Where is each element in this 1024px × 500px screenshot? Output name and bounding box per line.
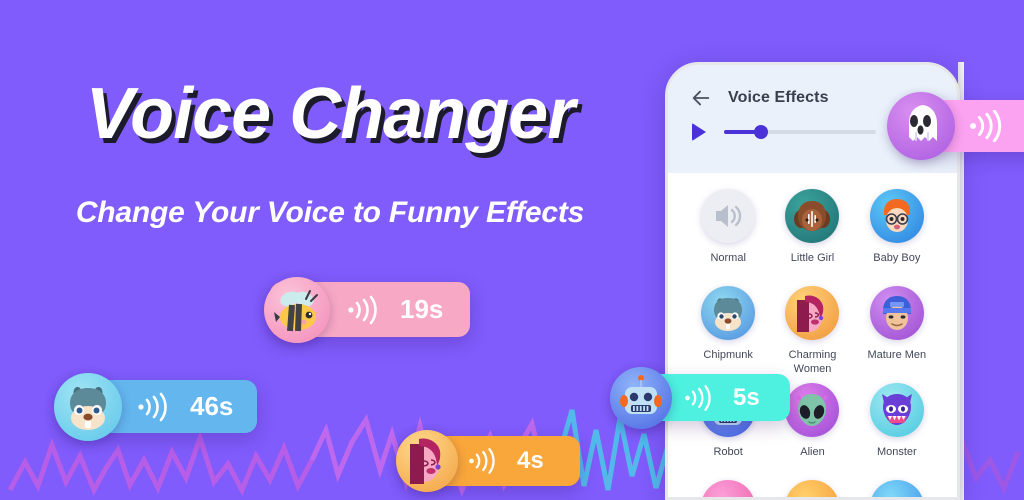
sound-wave-icon xyxy=(685,384,711,411)
voice-clip-badge-robot[interactable]: 5s xyxy=(610,366,790,429)
effect-item-chipmunk[interactable]: Chipmunk xyxy=(686,286,770,377)
clip-duration: 5s xyxy=(733,383,760,411)
voice-clip-badge-chipmunk[interactable]: 46s xyxy=(54,372,257,441)
voice-effects-grid: Normal Little Girl Baby Boy Chipmunk Cha… xyxy=(668,173,957,497)
voice-clip-badge-women[interactable]: 4s xyxy=(396,430,580,492)
clip-duration: 4s xyxy=(517,447,544,474)
effect-label: Little Girl xyxy=(790,252,835,264)
girl-avatar xyxy=(785,189,840,243)
sound-wave-icon xyxy=(138,392,167,421)
page-title: Voice Changer xyxy=(85,74,575,154)
voice-clip-badge-bee[interactable]: 19s xyxy=(264,276,470,343)
effect-item-row4-2[interactable] xyxy=(770,480,854,497)
ghost-avatar xyxy=(887,92,955,160)
clip-duration: 19s xyxy=(400,294,444,324)
back-arrow-icon[interactable] xyxy=(690,87,712,109)
effect-label: Alien xyxy=(800,446,825,458)
effect-label: Robot xyxy=(713,446,743,458)
effect-item-mature-men[interactable]: Mature Men xyxy=(855,286,939,377)
orange-avatar xyxy=(785,480,840,497)
effect-item-charming-women[interactable]: Charming Women xyxy=(770,286,854,377)
effect-label: Mature Men xyxy=(867,349,927,361)
robot-avatar xyxy=(610,366,672,429)
effect-item-normal[interactable]: Normal xyxy=(686,189,770,280)
play-icon[interactable] xyxy=(692,123,706,141)
bee-avatar xyxy=(264,276,330,343)
sound-wave-icon xyxy=(469,448,495,474)
clip-duration: 46s xyxy=(190,391,234,421)
progress-slider[interactable] xyxy=(724,125,876,139)
voice-clip-badge-ghost[interactable] xyxy=(887,92,1024,160)
speaker-icon xyxy=(701,189,756,243)
effect-item-row4-3[interactable] xyxy=(855,480,939,497)
sound-wave-icon xyxy=(348,295,377,324)
pink-avatar xyxy=(701,480,756,497)
chipmunk-avatar xyxy=(54,372,122,441)
page-subtitle: Change Your Voice to Funny Effects xyxy=(75,196,585,229)
effect-label: Monster xyxy=(876,446,917,458)
screen-title: Voice Effects xyxy=(728,89,829,106)
blue-avatar xyxy=(869,480,924,497)
effect-label: Normal xyxy=(710,252,746,264)
effect-item-baby-boy[interactable]: Baby Boy xyxy=(855,189,939,280)
women-avatar xyxy=(396,430,458,492)
boy-avatar xyxy=(869,189,924,243)
effect-label: Chipmunk xyxy=(703,349,753,361)
effect-item-little-girl[interactable]: Little Girl xyxy=(770,189,854,280)
effect-item-monster[interactable]: Monster xyxy=(855,383,939,474)
alien-avatar xyxy=(785,383,840,437)
effect-label: Charming Women xyxy=(788,349,837,375)
men-avatar xyxy=(869,286,924,340)
chipmunk-avatar xyxy=(701,286,756,340)
hero-text-block: Voice Changer Change Your Voice to Funny… xyxy=(0,78,660,230)
monster-avatar xyxy=(869,383,924,437)
effect-item-row4-1[interactable] xyxy=(686,480,770,497)
progress-thumb[interactable] xyxy=(754,125,768,139)
women-avatar xyxy=(785,286,840,340)
effect-label: Baby Boy xyxy=(873,252,921,264)
sound-wave-icon xyxy=(970,110,1002,142)
